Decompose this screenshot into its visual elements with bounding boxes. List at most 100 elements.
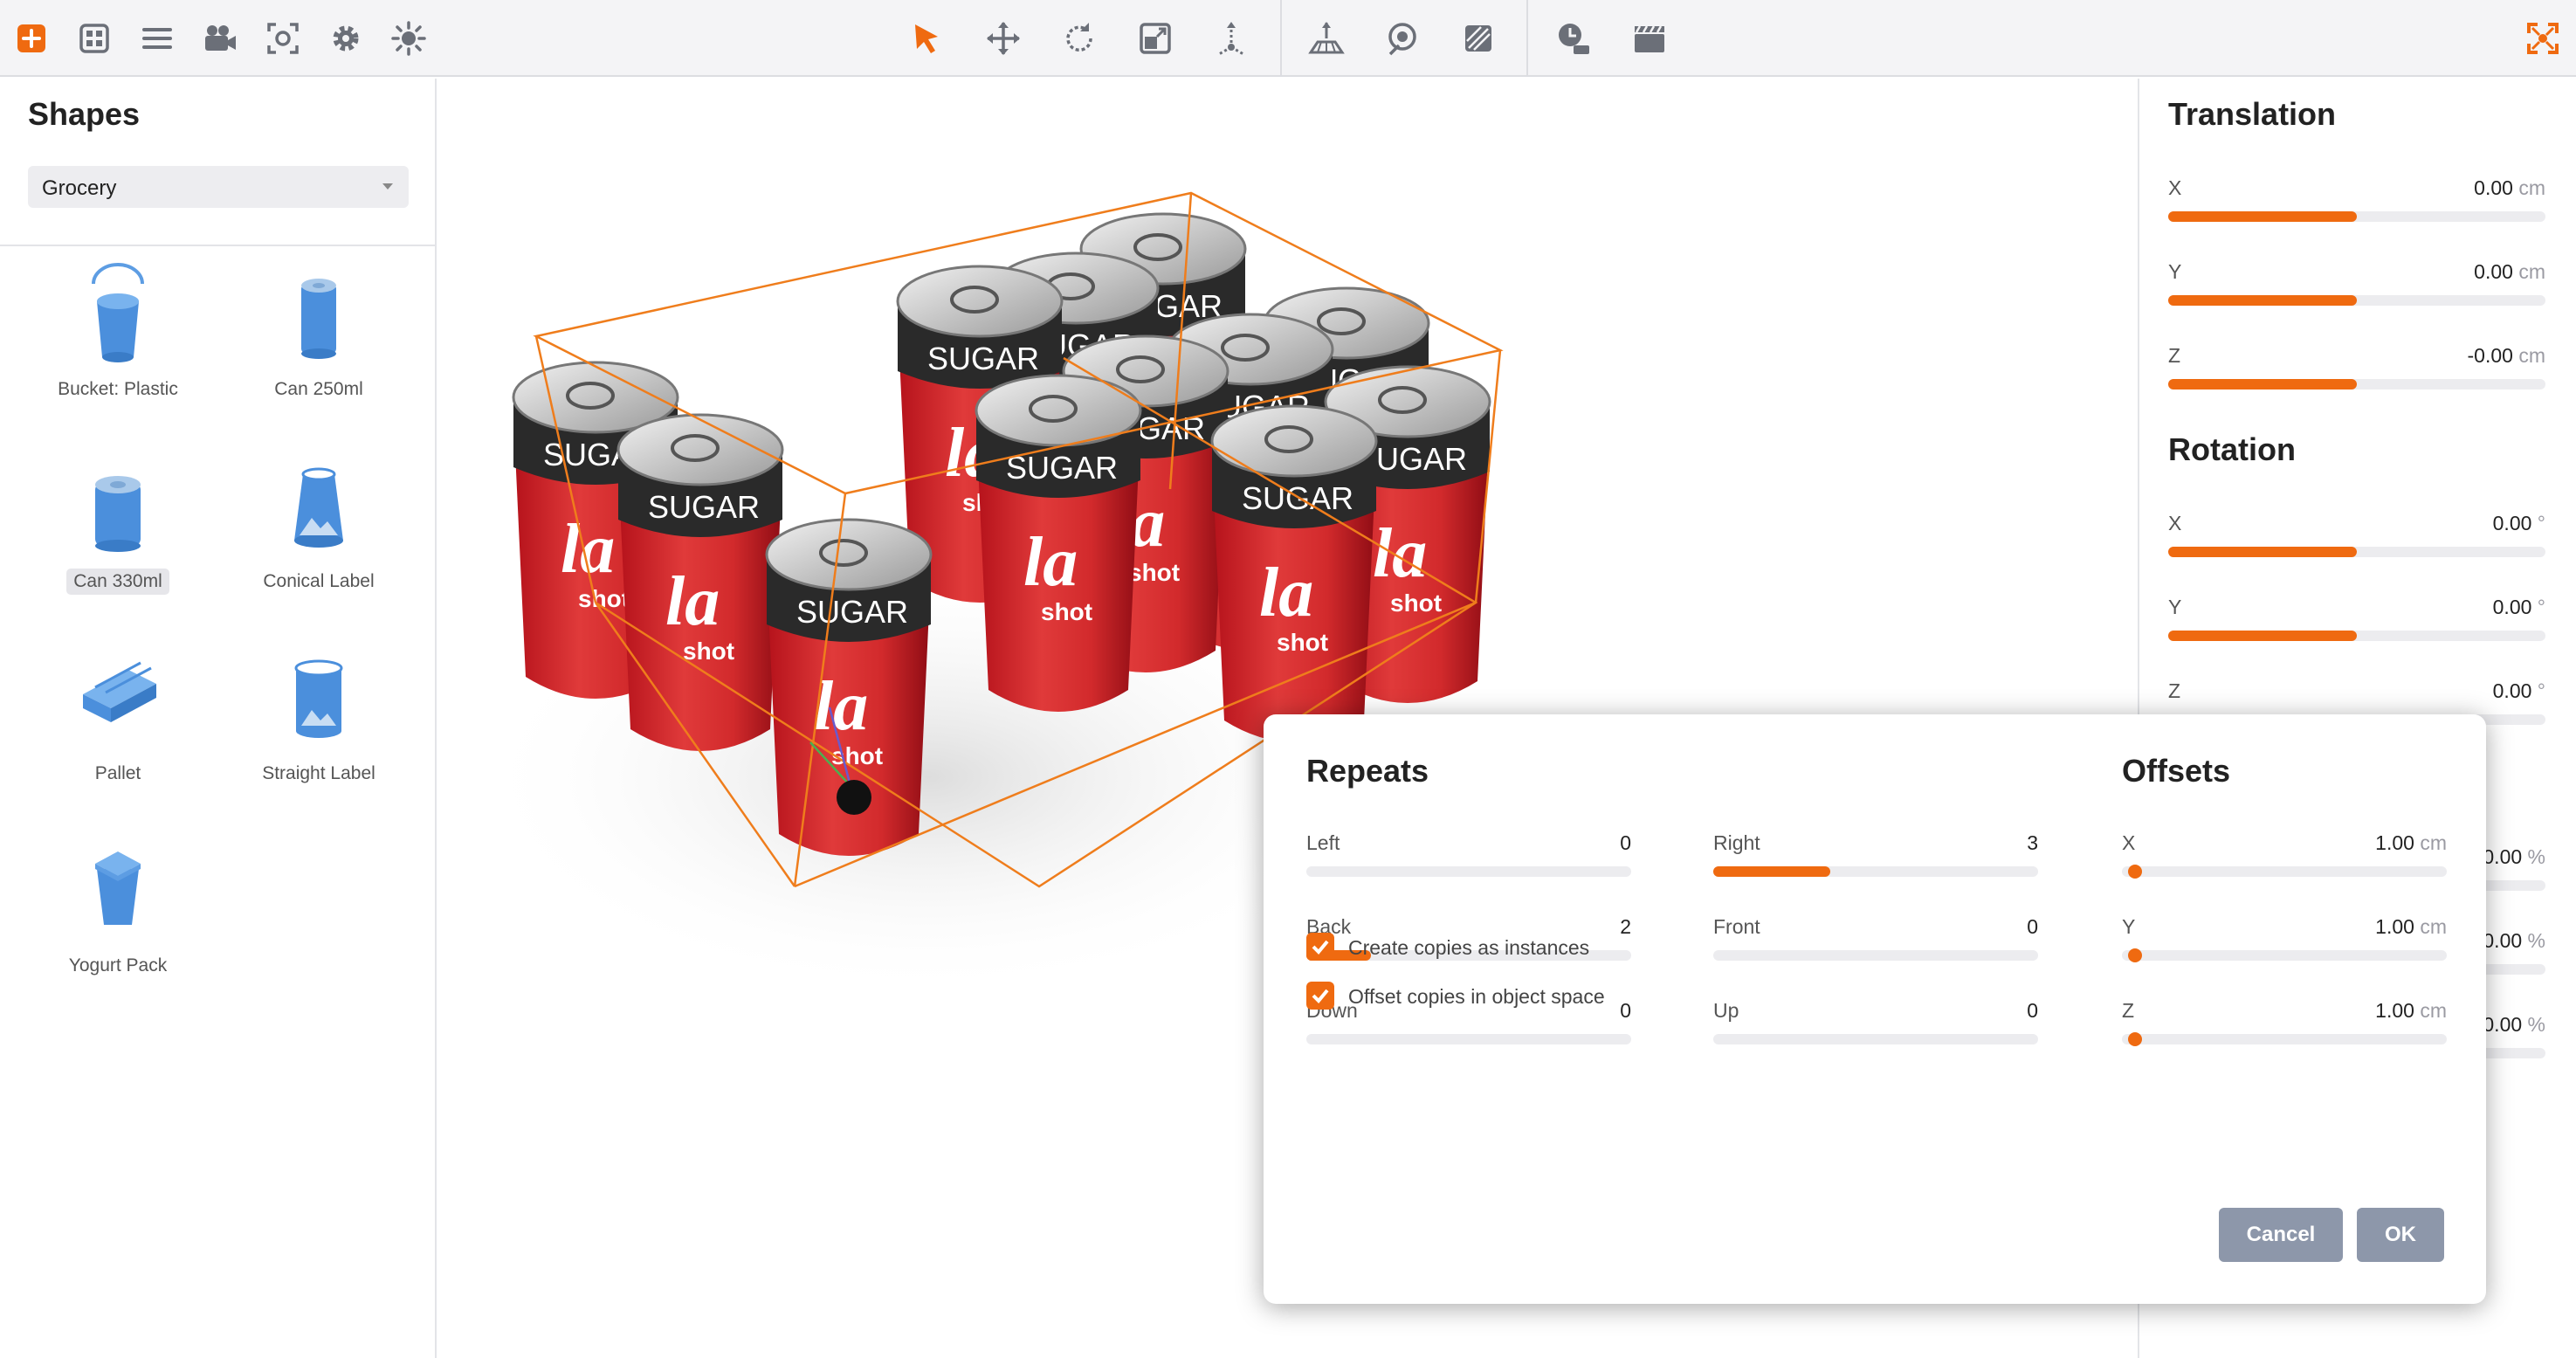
menu-icon[interactable] [133,14,182,63]
shape-item[interactable]: Bucket: Plastic [31,258,205,432]
svg-text:la: la [1023,524,1078,601]
object-space-checkbox[interactable] [1306,982,1334,1010]
axis-unit: cm [2518,176,2545,199]
shape-item[interactable]: Can 330ml [31,450,205,624]
cancel-button[interactable]: Cancel [2219,1208,2343,1262]
pallet-icon [83,661,156,722]
slider-handle[interactable] [2128,948,2142,962]
slider-fill [2168,379,2357,389]
slider-track[interactable] [2168,631,2545,641]
pivot-icon[interactable] [1207,14,1256,63]
axis-label: X [2168,176,2182,199]
add-icon[interactable] [7,14,56,63]
slider-handle[interactable] [2128,1032,2142,1046]
svg-text:shot: shot [1277,629,1328,656]
field-value[interactable]: 0 [1863,999,2038,1023]
move-icon[interactable] [979,14,1028,63]
sphere-icon[interactable] [1378,14,1427,63]
gear-icon[interactable] [321,14,370,63]
slider-handle[interactable] [2128,865,2142,879]
slider-track[interactable] [2122,1032,2447,1046]
fullscreen-icon[interactable] [2518,14,2567,63]
camera-icon[interactable] [196,14,245,63]
slider-track[interactable] [2122,865,2447,879]
instances-checkbox[interactable] [1306,933,1334,961]
slider-track[interactable] [2168,211,2545,222]
axis-value-field[interactable]: 0.00 ° [2388,596,2545,619]
light-icon[interactable] [384,14,433,63]
axis-unit: cm [2518,260,2545,283]
panel-title: Shapes [28,96,141,132]
svg-text:SUGAR: SUGAR [927,341,1039,376]
clapper-icon[interactable] [1625,14,1674,63]
grid-icon[interactable] [70,14,119,63]
object-space-label: Offset copies in object space [1348,985,1605,1008]
svg-text:SUGAR: SUGAR [796,594,908,630]
category-select[interactable]: Grocery [28,166,409,208]
slider-track[interactable] [1713,1034,2038,1044]
toolbar-separator [1280,0,1282,77]
check-icon [1312,989,1329,1003]
axis-value-field[interactable]: 0.00 ° [2388,679,2545,703]
rotate-icon[interactable] [1055,14,1104,63]
pivot-handle[interactable] [837,780,871,815]
svg-text:la: la [561,511,615,588]
focus-icon[interactable] [258,14,307,63]
slider-track[interactable] [2168,379,2545,389]
axis-value: 0.00 [2492,512,2532,534]
ok-button[interactable]: OK [2357,1208,2444,1262]
shape-item[interactable]: Pallet [31,642,205,817]
shape-label: Can 330ml [66,569,169,595]
ground-icon[interactable] [1302,14,1351,63]
field-value[interactable]: 1.00 cm [2272,999,2447,1023]
axis-label: Y [2168,596,2182,618]
shape-item[interactable]: Can 250ml [231,258,406,432]
field-label: Right [1713,831,1760,854]
slider-track[interactable] [2168,295,2545,306]
axis-value-field[interactable]: 0.00 ° [2388,512,2545,535]
axis-value: 0.00 [2492,679,2532,702]
field-value[interactable]: 0 [1457,831,1631,855]
slider-fill [2168,547,2357,557]
shape-item[interactable]: Yogurt Pack [31,834,205,1009]
straight-label-icon [294,659,343,738]
axis-label: Y [2168,260,2182,283]
svg-text:SUGAR: SUGAR [648,489,760,525]
select-arrow-icon[interactable] [903,14,952,63]
shapes-panel: Shapes Grocery Bucket: Plastic Can 250ml [0,79,437,1358]
axis-value: 0.00 [2492,596,2532,618]
axis-unit: ° [2537,512,2545,534]
field-value[interactable]: 3 [1863,831,2038,855]
field-value[interactable]: 2 [1457,915,1631,939]
scale-icon[interactable] [1131,14,1180,63]
axis-value-field[interactable]: 0.00 cm [2388,260,2545,284]
slider-track[interactable] [2122,948,2447,962]
slider-track[interactable] [1306,1034,1631,1044]
category-select-value: Grocery [42,176,117,200]
material-icon[interactable] [1454,14,1503,63]
axis-unit: ° [2537,679,2545,702]
slider-track[interactable] [1713,950,2038,961]
axis-label: Z [2168,344,2181,367]
svg-text:SUGAR: SUGAR [1242,480,1353,516]
shape-item[interactable]: Straight Label [231,642,406,817]
field-value[interactable]: 0 [1863,915,2038,939]
scale-value: 0.00 [2483,845,2523,868]
field-label: Left [1306,831,1340,854]
axis-value-field[interactable]: -0.00 cm [2388,344,2546,368]
field-value[interactable]: 1.00 cm [2272,831,2447,855]
slider-track[interactable] [1306,866,1631,877]
value-text: 0 [1620,831,1631,854]
value-text: 1.00 [2375,831,2414,854]
svg-text:shot: shot [1041,598,1092,625]
slider-track[interactable] [1713,866,2038,877]
value-text: 0 [2027,915,2038,938]
field-label: X [2122,831,2136,854]
clock-icon[interactable] [1549,14,1598,63]
axis-value-field[interactable]: 0.00 cm [2388,176,2545,200]
shape-item[interactable]: Conical Label [231,450,406,624]
slider-fill [2168,211,2357,222]
field-value[interactable]: 1.00 cm [2272,915,2447,939]
slider-track[interactable] [2168,547,2545,557]
repeats-title: Repeats [1306,753,1429,789]
